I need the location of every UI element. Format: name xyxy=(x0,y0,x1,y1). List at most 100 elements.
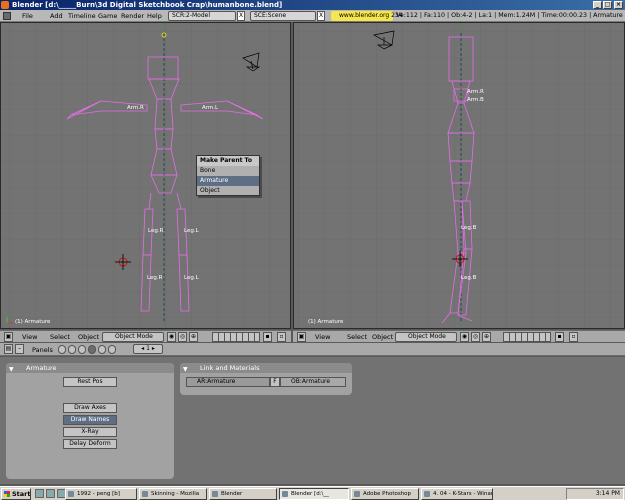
render-preview-icon[interactable]: ▫ xyxy=(277,332,286,342)
parent-to-armature-item[interactable]: Armature xyxy=(197,176,259,186)
scene-stats: Ve:112 | Fa:110 | Ob:4-2 | La:1 | Mem:1.… xyxy=(396,12,623,19)
menu-game[interactable]: Game xyxy=(98,12,117,20)
close-window-button[interactable]: × xyxy=(614,1,623,9)
collapse-header-icon[interactable]: – xyxy=(15,344,24,354)
armature-panel: ▼ Armature Rest Pos Draw Axes Draw Names … xyxy=(6,363,174,479)
bone-label-leg-r: Leg.R xyxy=(148,228,164,234)
side-view-canvas[interactable] xyxy=(294,23,625,329)
buttons-window: ▼ Armature Rest Pos Draw Axes Draw Names … xyxy=(0,357,625,484)
page-number: 1 xyxy=(146,345,150,352)
pivot-icon-side[interactable]: ◎ xyxy=(471,332,480,342)
rest-pos-button[interactable]: Rest Pos xyxy=(63,377,117,387)
manipulator-icon-side[interactable]: ⊕ xyxy=(482,332,491,342)
object-menu[interactable]: Object xyxy=(78,333,99,341)
windows-taskbar: Start 1992 - peng [b] Skinning - Mozilla… xyxy=(0,486,625,500)
quicklaunch-desktop-icon[interactable] xyxy=(35,489,44,498)
menu-title: Make Parent To xyxy=(197,156,259,166)
parent-to-object-item[interactable]: Object xyxy=(197,186,259,196)
mode-selector[interactable]: Object Mode xyxy=(102,332,164,342)
screen-delete-button[interactable]: X xyxy=(237,11,245,21)
viewport-front-header: ▣ View Select Object Object Mode ◉ ◎ ⊕ ▪… xyxy=(0,330,291,342)
armature-data-field[interactable]: AR:Armature xyxy=(186,377,270,387)
lock-icon[interactable]: ▪ xyxy=(263,332,272,342)
shading-context-icon[interactable] xyxy=(78,345,86,354)
task-item-4[interactable]: Blender [d:\__ xyxy=(279,488,349,500)
bone-label-leg-l-lower: Leg.L xyxy=(184,275,199,281)
manipulator-icon[interactable]: ⊕ xyxy=(189,332,198,342)
start-button[interactable]: Start xyxy=(1,488,31,500)
draw-names-button[interactable]: Draw Names xyxy=(63,415,117,425)
select-menu[interactable]: Select xyxy=(50,333,70,341)
delay-deform-button[interactable]: Delay Deform xyxy=(63,439,117,449)
blender-url-badge[interactable]: www.blender.org 234 xyxy=(331,11,403,21)
buttons-header: ▤ – Panels ◂ 1 ▸ xyxy=(0,343,625,356)
render-preview-icon-side[interactable]: ▫ xyxy=(569,332,578,342)
bone-label-side-arm-r: Arm.R xyxy=(467,89,484,95)
view-menu-side[interactable]: View xyxy=(315,333,330,341)
window-title: Blender [d:\_____Burn\3d Digital Sketchb… xyxy=(12,1,283,9)
bone-label-arm-l: Arm.L xyxy=(202,105,219,111)
xray-button[interactable]: X-Ray xyxy=(63,427,117,437)
scene-delete-button[interactable]: X xyxy=(317,11,325,21)
parent-to-bone-item[interactable]: Bone xyxy=(197,166,259,176)
menu-file[interactable]: File xyxy=(22,12,33,20)
object-name-field[interactable]: OB:Armature xyxy=(280,377,346,387)
select-menu-side[interactable]: Select xyxy=(347,333,367,341)
system-tray: 3:14 PM xyxy=(566,488,624,500)
quicklaunch-ie-icon[interactable] xyxy=(46,489,55,498)
view-type-icon[interactable]: ▣ xyxy=(4,332,13,342)
view-menu[interactable]: View xyxy=(22,333,37,341)
viewport-object-label: (1) Armature xyxy=(15,319,51,325)
menu-help[interactable]: Help xyxy=(147,12,162,20)
viewport-side-header: ▣ View Select Object Object Mode ◉ ◎ ⊕ ▪… xyxy=(293,330,625,342)
link-panel-header[interactable]: ▼ Link and Materials xyxy=(180,363,352,373)
info-header: File Add Timeline Game Render Help SCR:2… xyxy=(0,10,625,22)
draw-type-icon[interactable]: ◉ xyxy=(167,332,176,342)
menu-timeline[interactable]: Timeline xyxy=(68,12,96,20)
pivot-icon[interactable]: ◎ xyxy=(178,332,187,342)
scene-selector[interactable]: SCE:Scene xyxy=(250,11,316,21)
armature-panel-header[interactable]: ▼ Armature xyxy=(6,363,174,373)
maximize-button[interactable]: □ xyxy=(603,1,612,9)
blender-app-icon xyxy=(1,1,9,9)
link-materials-panel: ▼ Link and Materials AR:Armature F OB:Arm… xyxy=(180,363,352,395)
panels-menu[interactable]: Panels xyxy=(32,346,53,354)
menu-add[interactable]: Add xyxy=(50,12,63,20)
layer-buttons[interactable] xyxy=(212,332,260,342)
page-number-field[interactable]: ◂ 1 ▸ xyxy=(133,344,163,354)
task-item-3[interactable]: Blender xyxy=(209,488,277,500)
layer-buttons-side[interactable] xyxy=(503,332,551,342)
draw-type-icon-side[interactable]: ◉ xyxy=(460,332,469,342)
viewport-side[interactable]: Arm.R Arm.B Leg.B Leg.B (1) Armature xyxy=(293,22,625,329)
clock[interactable]: 3:14 PM xyxy=(596,490,620,497)
fake-user-button[interactable]: F xyxy=(270,377,280,387)
link-panel-title: Link and Materials xyxy=(200,364,260,372)
draw-axes-button[interactable]: Draw Axes xyxy=(63,403,117,413)
info-window-type-icon[interactable] xyxy=(3,12,11,20)
script-context-icon[interactable] xyxy=(68,345,76,354)
lock-icon-side[interactable]: ▪ xyxy=(555,332,564,342)
editing-context-icon[interactable] xyxy=(98,345,106,354)
collapse-triangle-icon-link[interactable]: ▼ xyxy=(183,365,188,375)
collapse-triangle-icon[interactable]: ▼ xyxy=(9,365,14,375)
bone-label-leg-r-lower: Leg.R xyxy=(147,275,163,281)
task-item-2[interactable]: Skinning - Mozilla xyxy=(139,488,207,500)
bone-label-leg-l: Leg.L xyxy=(184,228,199,234)
minimize-button[interactable]: _ xyxy=(593,1,602,9)
buttons-window-type-icon[interactable]: ▤ xyxy=(4,344,13,354)
logic-context-icon[interactable] xyxy=(58,345,66,354)
viewport-object-label-side: (1) Armature xyxy=(308,319,344,325)
bone-label-side-leg-b: Leg.B xyxy=(461,225,477,231)
view-type-icon-side[interactable]: ▣ xyxy=(297,332,306,342)
bone-label-arm-r: Arm.R xyxy=(127,105,144,111)
task-item-1[interactable]: 1992 - peng [b] xyxy=(65,488,137,500)
screen-selector[interactable]: SCR:2-Model xyxy=(168,11,236,21)
menu-render[interactable]: Render xyxy=(121,12,144,20)
task-item-6[interactable]: 4. 04 - K-Stars - Winamp xyxy=(421,488,493,500)
task-item-5[interactable]: Adobe Photoshop xyxy=(351,488,419,500)
window-titlebar: Blender [d:\_____Burn\3d Digital Sketchb… xyxy=(0,0,625,10)
scene-context-icon[interactable] xyxy=(108,345,116,354)
mode-selector-side[interactable]: Object Mode xyxy=(395,332,457,342)
object-menu-side[interactable]: Object xyxy=(372,333,393,341)
object-context-icon[interactable] xyxy=(88,345,96,354)
